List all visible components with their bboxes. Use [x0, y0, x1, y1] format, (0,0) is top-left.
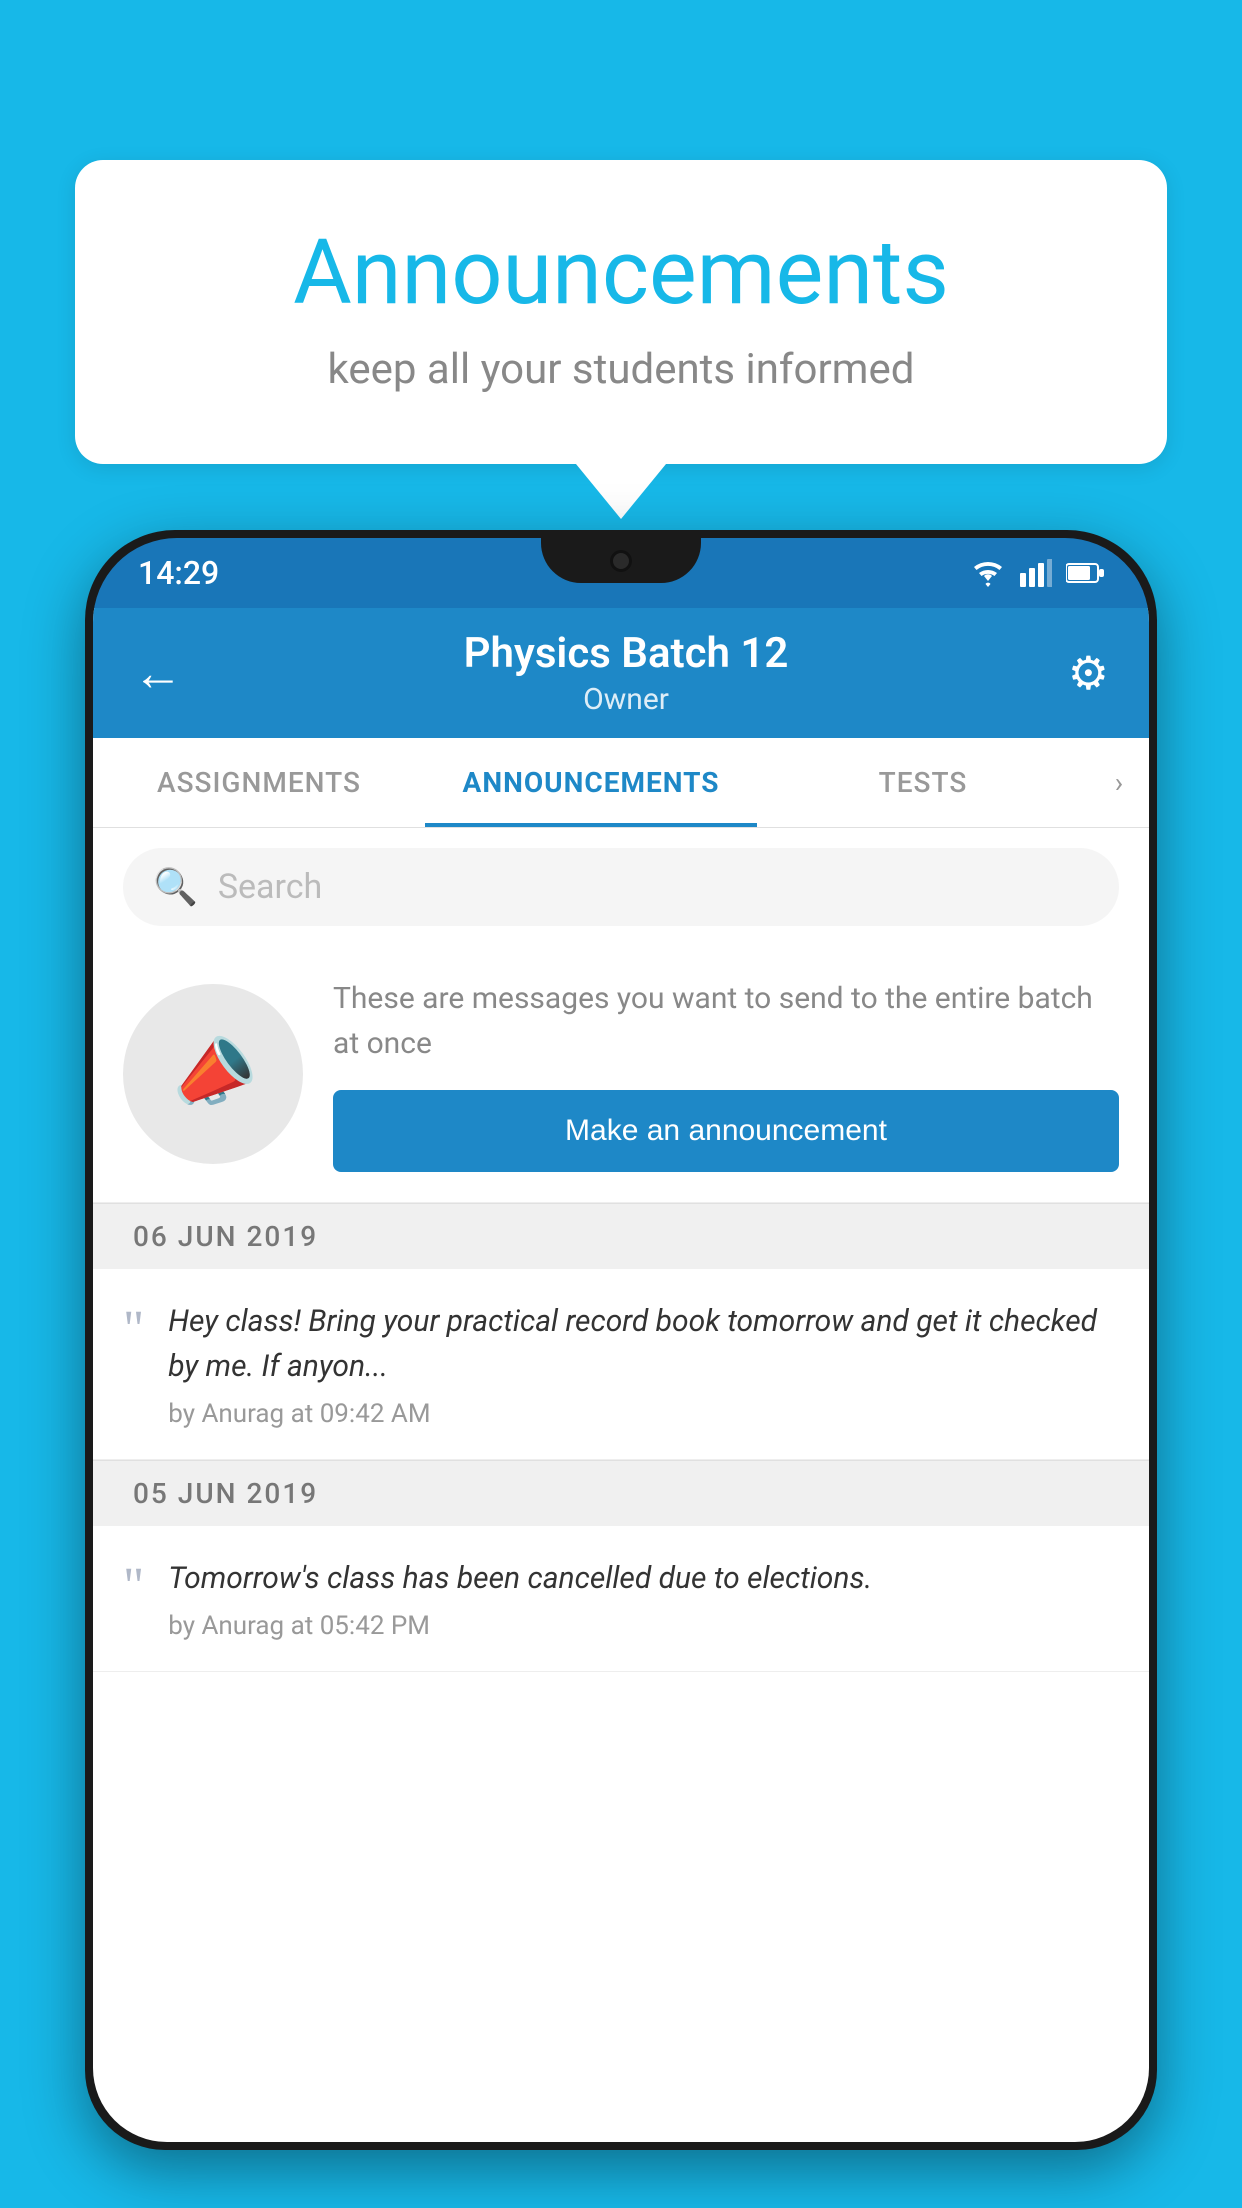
front-camera [610, 550, 632, 572]
megaphone-icon: 📣 [160, 1023, 265, 1125]
speech-bubble-subtitle: keep all your students informed [155, 345, 1087, 394]
tab-tests[interactable]: TESTS [757, 738, 1089, 827]
phone-wrapper: 14:29 [85, 530, 1157, 2208]
announcement-meta-2: by Anurag at 05:42 PM [168, 1611, 1119, 1641]
announcement-text-2: Tomorrow's class has been cancelled due … [168, 1556, 1119, 1601]
tab-assignments[interactable]: ASSIGNMENTS [93, 738, 425, 827]
search-icon: 🔍 [153, 866, 198, 908]
announcement-meta-1: by Anurag at 09:42 AM [168, 1399, 1119, 1429]
speech-bubble-card: Announcements keep all your students inf… [75, 160, 1167, 464]
phone-inner: 14:29 [93, 538, 1149, 2142]
signal-icon [1020, 559, 1052, 587]
notch [541, 538, 701, 583]
promo-description: These are messages you want to send to t… [333, 976, 1119, 1066]
tab-bar: ASSIGNMENTS ANNOUNCEMENTS TESTS › [93, 738, 1149, 828]
announcement-text-1: Hey class! Bring your practical record b… [168, 1299, 1119, 1389]
promo-icon-circle: 📣 [123, 984, 303, 1164]
date-separator-2: 05 JUN 2019 [93, 1460, 1149, 1526]
wifi-icon [970, 559, 1006, 587]
back-button[interactable]: ← [133, 644, 183, 703]
quote-icon-1: " [123, 1304, 144, 1356]
announcement-item-1[interactable]: " Hey class! Bring your practical record… [93, 1269, 1149, 1460]
date-separator-1: 06 JUN 2019 [93, 1203, 1149, 1269]
announcement-content-1: Hey class! Bring your practical record b… [168, 1299, 1119, 1429]
speech-bubble-arrow [576, 464, 666, 519]
announcement-item-2[interactable]: " Tomorrow's class has been cancelled du… [93, 1526, 1149, 1672]
phone-frame: 14:29 [85, 530, 1157, 2150]
make-announcement-button[interactable]: Make an announcement [333, 1090, 1119, 1172]
search-container: 🔍 Search [93, 828, 1149, 946]
promo-text-block: These are messages you want to send to t… [333, 976, 1119, 1172]
announcement-promo: 📣 These are messages you want to send to… [93, 946, 1149, 1203]
phone-screen: ← Physics Batch 12 Owner ⚙ ASSIGNMENTS A… [93, 608, 1149, 2142]
tab-announcements[interactable]: ANNOUNCEMENTS [425, 738, 757, 827]
status-icons [970, 559, 1104, 587]
speech-bubble-section: Announcements keep all your students inf… [75, 160, 1167, 519]
quote-icon-2: " [123, 1561, 144, 1613]
announcement-content-2: Tomorrow's class has been cancelled due … [168, 1556, 1119, 1641]
search-placeholder: Search [218, 867, 322, 907]
batch-name: Physics Batch 12 [203, 629, 1049, 678]
speech-bubble-title: Announcements [155, 220, 1087, 325]
tab-more[interactable]: › [1089, 738, 1149, 827]
app-bar: ← Physics Batch 12 Owner ⚙ [93, 608, 1149, 738]
settings-button[interactable]: ⚙ [1068, 646, 1109, 701]
search-bar[interactable]: 🔍 Search [123, 848, 1119, 926]
battery-icon [1066, 562, 1104, 584]
batch-role: Owner [203, 682, 1049, 717]
app-bar-title-block: Physics Batch 12 Owner [203, 629, 1049, 717]
status-time: 14:29 [138, 554, 219, 592]
